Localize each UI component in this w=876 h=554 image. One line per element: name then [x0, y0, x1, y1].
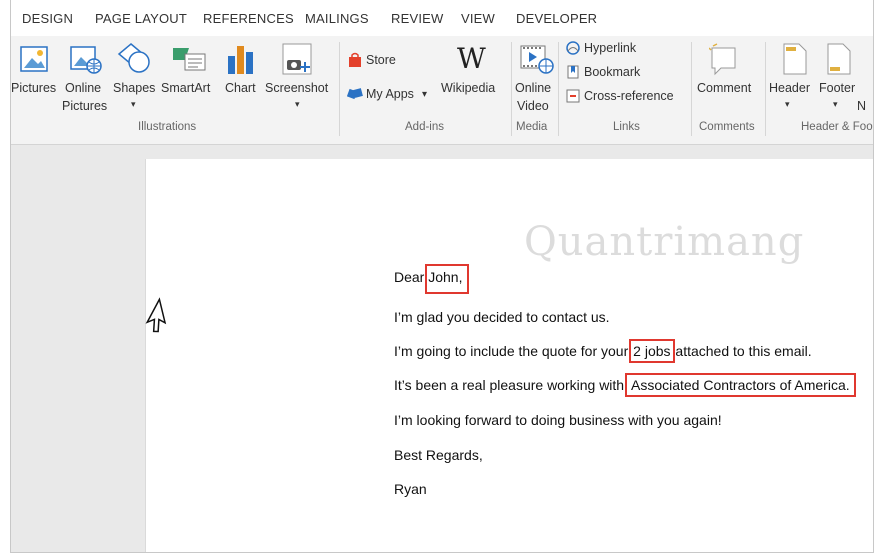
document-area: Quantrimang Dear John, I’m glad you deci…	[11, 145, 873, 552]
footer-icon	[827, 43, 851, 75]
cross-reference-label: Cross-reference	[584, 89, 674, 103]
greeting-prefix: Dear	[394, 269, 429, 285]
hyperlink-button[interactable]: Hyperlink	[565, 40, 636, 56]
tab-view[interactable]: VIEW	[461, 11, 495, 26]
my-apps-label: My Apps	[366, 87, 414, 101]
merge-field-name[interactable]: John,	[425, 264, 470, 294]
store-button[interactable]: Store	[347, 52, 396, 68]
my-apps-button[interactable]: My Apps ▾	[347, 86, 427, 102]
bookmark-label: Bookmark	[584, 65, 641, 79]
tab-page-layout[interactable]: PAGE LAYOUT	[95, 11, 187, 26]
chart-label: Chart	[225, 81, 256, 95]
addins-group-label: Add-ins	[405, 121, 444, 133]
shapes-label: Shapes	[113, 81, 156, 95]
bookmark-icon	[567, 65, 579, 79]
group-divider	[765, 42, 766, 136]
group-divider	[511, 42, 512, 136]
hyperlink-label: Hyperlink	[584, 41, 637, 55]
online-video-label-2: Video	[517, 99, 549, 113]
tab-mailings[interactable]: MAILINGS	[305, 11, 369, 26]
header-footer-group-label: Header & Foo	[801, 121, 873, 133]
online-pictures-label-1: Online	[65, 81, 102, 95]
page-number-label[interactable]: N	[857, 98, 866, 115]
shapes-icon	[117, 43, 150, 73]
cross-reference-icon	[566, 89, 580, 103]
footer-label: Footer	[819, 81, 856, 95]
tab-references[interactable]: REFERENCES	[203, 11, 294, 26]
group-divider	[339, 42, 340, 136]
ribbon-tab-bar: DESIGN PAGE LAYOUT REFERENCES MAILINGS R…	[11, 0, 873, 36]
bookmark-button[interactable]: Bookmark	[565, 64, 640, 80]
greeting-line: Dear John,	[394, 264, 470, 294]
paragraph-line: I’m going to include the quote for your …	[394, 339, 812, 363]
wikipedia-label: Wikipedia	[441, 81, 496, 95]
online-video-icon	[520, 45, 554, 74]
illustrations-group-label: Illustrations	[138, 121, 197, 133]
tab-developer[interactable]: DEVELOPER	[516, 11, 597, 26]
my-apps-dropdown-icon: ▾	[421, 88, 427, 100]
signature-line: Ryan	[394, 481, 427, 497]
comment-label: Comment	[697, 81, 752, 95]
online-pictures-label-2: Pictures	[62, 99, 108, 113]
comments-group-label: Comments	[699, 121, 755, 133]
chart-icon	[228, 46, 253, 74]
smartart-label: SmartArt	[161, 81, 211, 95]
insert-ribbon: Pictures Online Pictures Shapes ▾ SmartA…	[11, 36, 873, 145]
tab-review[interactable]: REVIEW	[391, 11, 443, 26]
footer-dropdown-icon: ▾	[833, 99, 838, 109]
group-divider	[558, 42, 559, 136]
pictures-label: Pictures	[11, 81, 57, 95]
header-dropdown-icon: ▾	[785, 99, 790, 109]
cross-reference-button[interactable]: Cross-reference	[565, 88, 674, 104]
paragraph-line: It’s been a real pleasure working with A…	[394, 373, 856, 397]
tab-design[interactable]: DESIGN	[22, 11, 73, 26]
closing-line: Best Regards,	[394, 447, 483, 463]
watermark-logo: Quantrimang	[524, 219, 805, 265]
paragraph-line: I’m looking forward to doing business wi…	[394, 412, 722, 428]
my-apps-icon	[347, 88, 363, 100]
screenshot-dropdown-icon: ▾	[295, 99, 300, 109]
media-group-label: Media	[516, 121, 548, 133]
comment-icon	[709, 43, 736, 76]
document-page[interactable]: Quantrimang Dear John, I’m glad you deci…	[145, 159, 873, 552]
screenshot-label: Screenshot	[265, 81, 329, 95]
online-pictures-icon	[70, 46, 102, 74]
line4-prefix: It’s been a real pleasure working with	[394, 377, 628, 393]
word-window: DESIGN PAGE LAYOUT REFERENCES MAILINGS R…	[10, 0, 874, 553]
paragraph-line: I’m glad you decided to contact us.	[394, 309, 610, 325]
store-label: Store	[366, 53, 396, 67]
hyperlink-icon	[566, 41, 580, 55]
smartart-icon	[173, 48, 206, 71]
pictures-icon	[20, 46, 48, 72]
group-divider	[691, 42, 692, 136]
line3-suffix: attached to this email.	[671, 343, 812, 359]
mouse-pointer-icon	[145, 297, 167, 333]
store-icon	[349, 52, 361, 67]
shapes-dropdown-icon: ▾	[131, 99, 136, 109]
links-group-label: Links	[613, 121, 640, 133]
screenshot-icon	[282, 43, 312, 75]
header-icon	[783, 43, 807, 75]
merge-field-jobs[interactable]: 2 jobs	[629, 339, 675, 363]
merge-field-company[interactable]: Associated Contractors of America.	[624, 373, 856, 397]
online-video-label-1: Online	[515, 81, 552, 95]
wikipedia-icon: W	[457, 42, 486, 75]
header-label: Header	[769, 81, 810, 95]
line3-prefix: I’m going to include the quote for your	[394, 343, 633, 359]
